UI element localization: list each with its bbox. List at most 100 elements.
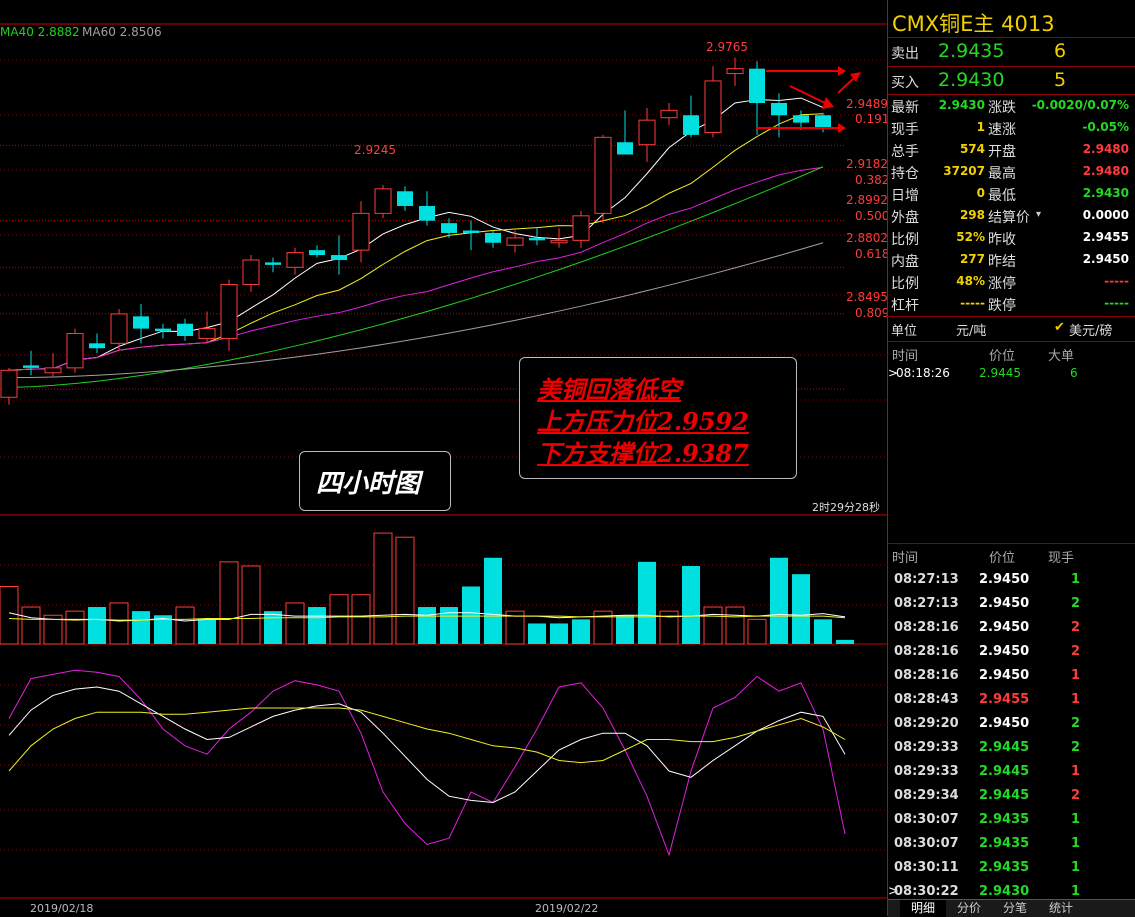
candle-body [110,313,128,344]
candle-body [242,259,260,285]
fib-price-5: 2.8495 [846,290,888,304]
quote-panel: CMX铜E主 4013 卖出 2.9435 6 买入 2.9430 5 最新 2.… [887,0,1135,917]
stat-label: 昨结 [988,254,1016,270]
stat-value: 574 [959,142,985,156]
analysis-line-3: 下方支撑位2.9387 [537,439,749,468]
volume-bar [638,561,656,644]
tick-qty: 1 [1071,836,1081,851]
candle-body [0,369,18,398]
stat-label: 跌停 [988,298,1016,314]
ma5-line [8,97,824,371]
tab-stats[interactable]: 统计 [1038,900,1084,917]
candle-body [309,250,325,256]
fib-price-1: 2.9489 [846,97,888,111]
volume-bar [550,623,568,644]
period-note: 四小时图 [316,469,421,499]
stat-label: 内盘 [891,254,919,270]
osc-j-line [8,707,846,772]
ma60-legend: MA60 2.8506 [82,25,162,39]
tick-price: 2.9450 [979,620,1030,635]
ask-qty: 6 [1054,40,1067,62]
tick-time: 08:27:13 [894,596,959,611]
candle-body [23,365,39,368]
tick-qty: 2 [1071,740,1081,755]
candle-body [44,367,62,374]
tick-qty: 1 [1071,668,1081,683]
arrow-head [838,66,846,76]
tick-qty: 1 [1071,884,1081,899]
tab-ticks[interactable]: 分笔 [992,900,1038,917]
big-trade-qty: 6 [1070,366,1078,380]
unit-option[interactable]: 美元/磅 [1069,320,1112,339]
stat-label: 开盘 [988,144,1016,160]
stat-value: 37207 [943,164,985,178]
volume-bar [65,610,85,645]
bid-label: 买入 [891,75,919,91]
unit-value[interactable]: 元/吨 [956,320,986,339]
stat-label: 总手 [891,144,919,160]
tick-time: 08:29:20 [894,716,959,731]
tick-time: 08:29:33 [894,764,959,779]
stat-value: 52% [956,230,985,244]
stat-value: -0.05% [1082,120,1129,134]
tick-row: 08:29:34 2.9445 2 [888,784,1135,808]
osc-k-line [8,669,846,857]
tick-qty: 2 [1071,620,1081,635]
candle-body [572,215,590,241]
tab-price-dist[interactable]: 分价 [946,900,992,917]
bar-countdown: 2时29分28秒 [812,501,880,514]
candle-body [771,103,787,116]
tick-time: 08:30:22 [894,884,959,899]
tick-price: 2.9445 [979,764,1030,779]
tick-row: 08:28:16 2.9450 2 [888,616,1135,640]
arrow-head [838,123,846,133]
tick-row: 08:30:07 2.9435 1 [888,808,1135,832]
candle-body [177,323,193,336]
volume-bar [572,619,590,644]
volume-bar [703,606,723,645]
volume-bar [814,619,832,644]
candle-body [463,230,479,233]
stat-value: 48% [956,274,985,288]
candle-body [660,109,678,119]
tick-price: 2.9445 [979,788,1030,803]
dropdown-icon[interactable]: ▾ [1036,209,1041,220]
stat-label[interactable]: 结算价 [988,207,1030,227]
tick-row: 08:27:13 2.9450 2 [888,592,1135,616]
candle-body [331,255,347,260]
candle-body [617,142,633,155]
volume-bar [109,602,129,645]
ma10-line [8,113,824,371]
tick-time: 08:27:13 [894,572,959,587]
ma40-legend: MA40 2.8882 [0,25,80,39]
panel-tabs: 明细 分价 分笔 统计 [888,899,1135,917]
volume-bar [351,594,371,645]
volume-bar [395,536,415,645]
stat-value: 0.0000 [1082,208,1129,222]
volume-bar [329,594,349,645]
big-trades-header-time: 时间 [892,349,919,364]
tick-row: 08:29:33 2.9445 1 [888,760,1135,784]
tick-time: 08:29:34 [894,788,959,803]
candle-body [198,328,216,339]
volume-bar [373,532,393,645]
volume-bar [241,565,261,645]
volume-bar [175,606,195,645]
tick-time: 08:28:16 [894,668,959,683]
ask-price: 2.9435 [938,40,1005,62]
fib-ratio-2: 0.382 [855,173,890,187]
stat-label: 外盘 [891,210,919,226]
volume-bar [88,607,106,644]
volume-bar [132,611,150,644]
candle-body [89,343,105,349]
stat-value: 2.9450 [1082,252,1129,266]
volume-bar [792,574,810,644]
candle-body [793,115,809,123]
fib-price-2: 2.9182 [846,157,888,171]
ticks-header-qty: 现手 [1048,551,1075,566]
stat-value: 2.9430 [938,98,985,112]
tick-qty: 2 [1071,716,1081,731]
tab-detail[interactable]: 明细 [900,900,946,917]
stat-label: 比例 [891,232,919,248]
volume-bar [219,561,239,645]
